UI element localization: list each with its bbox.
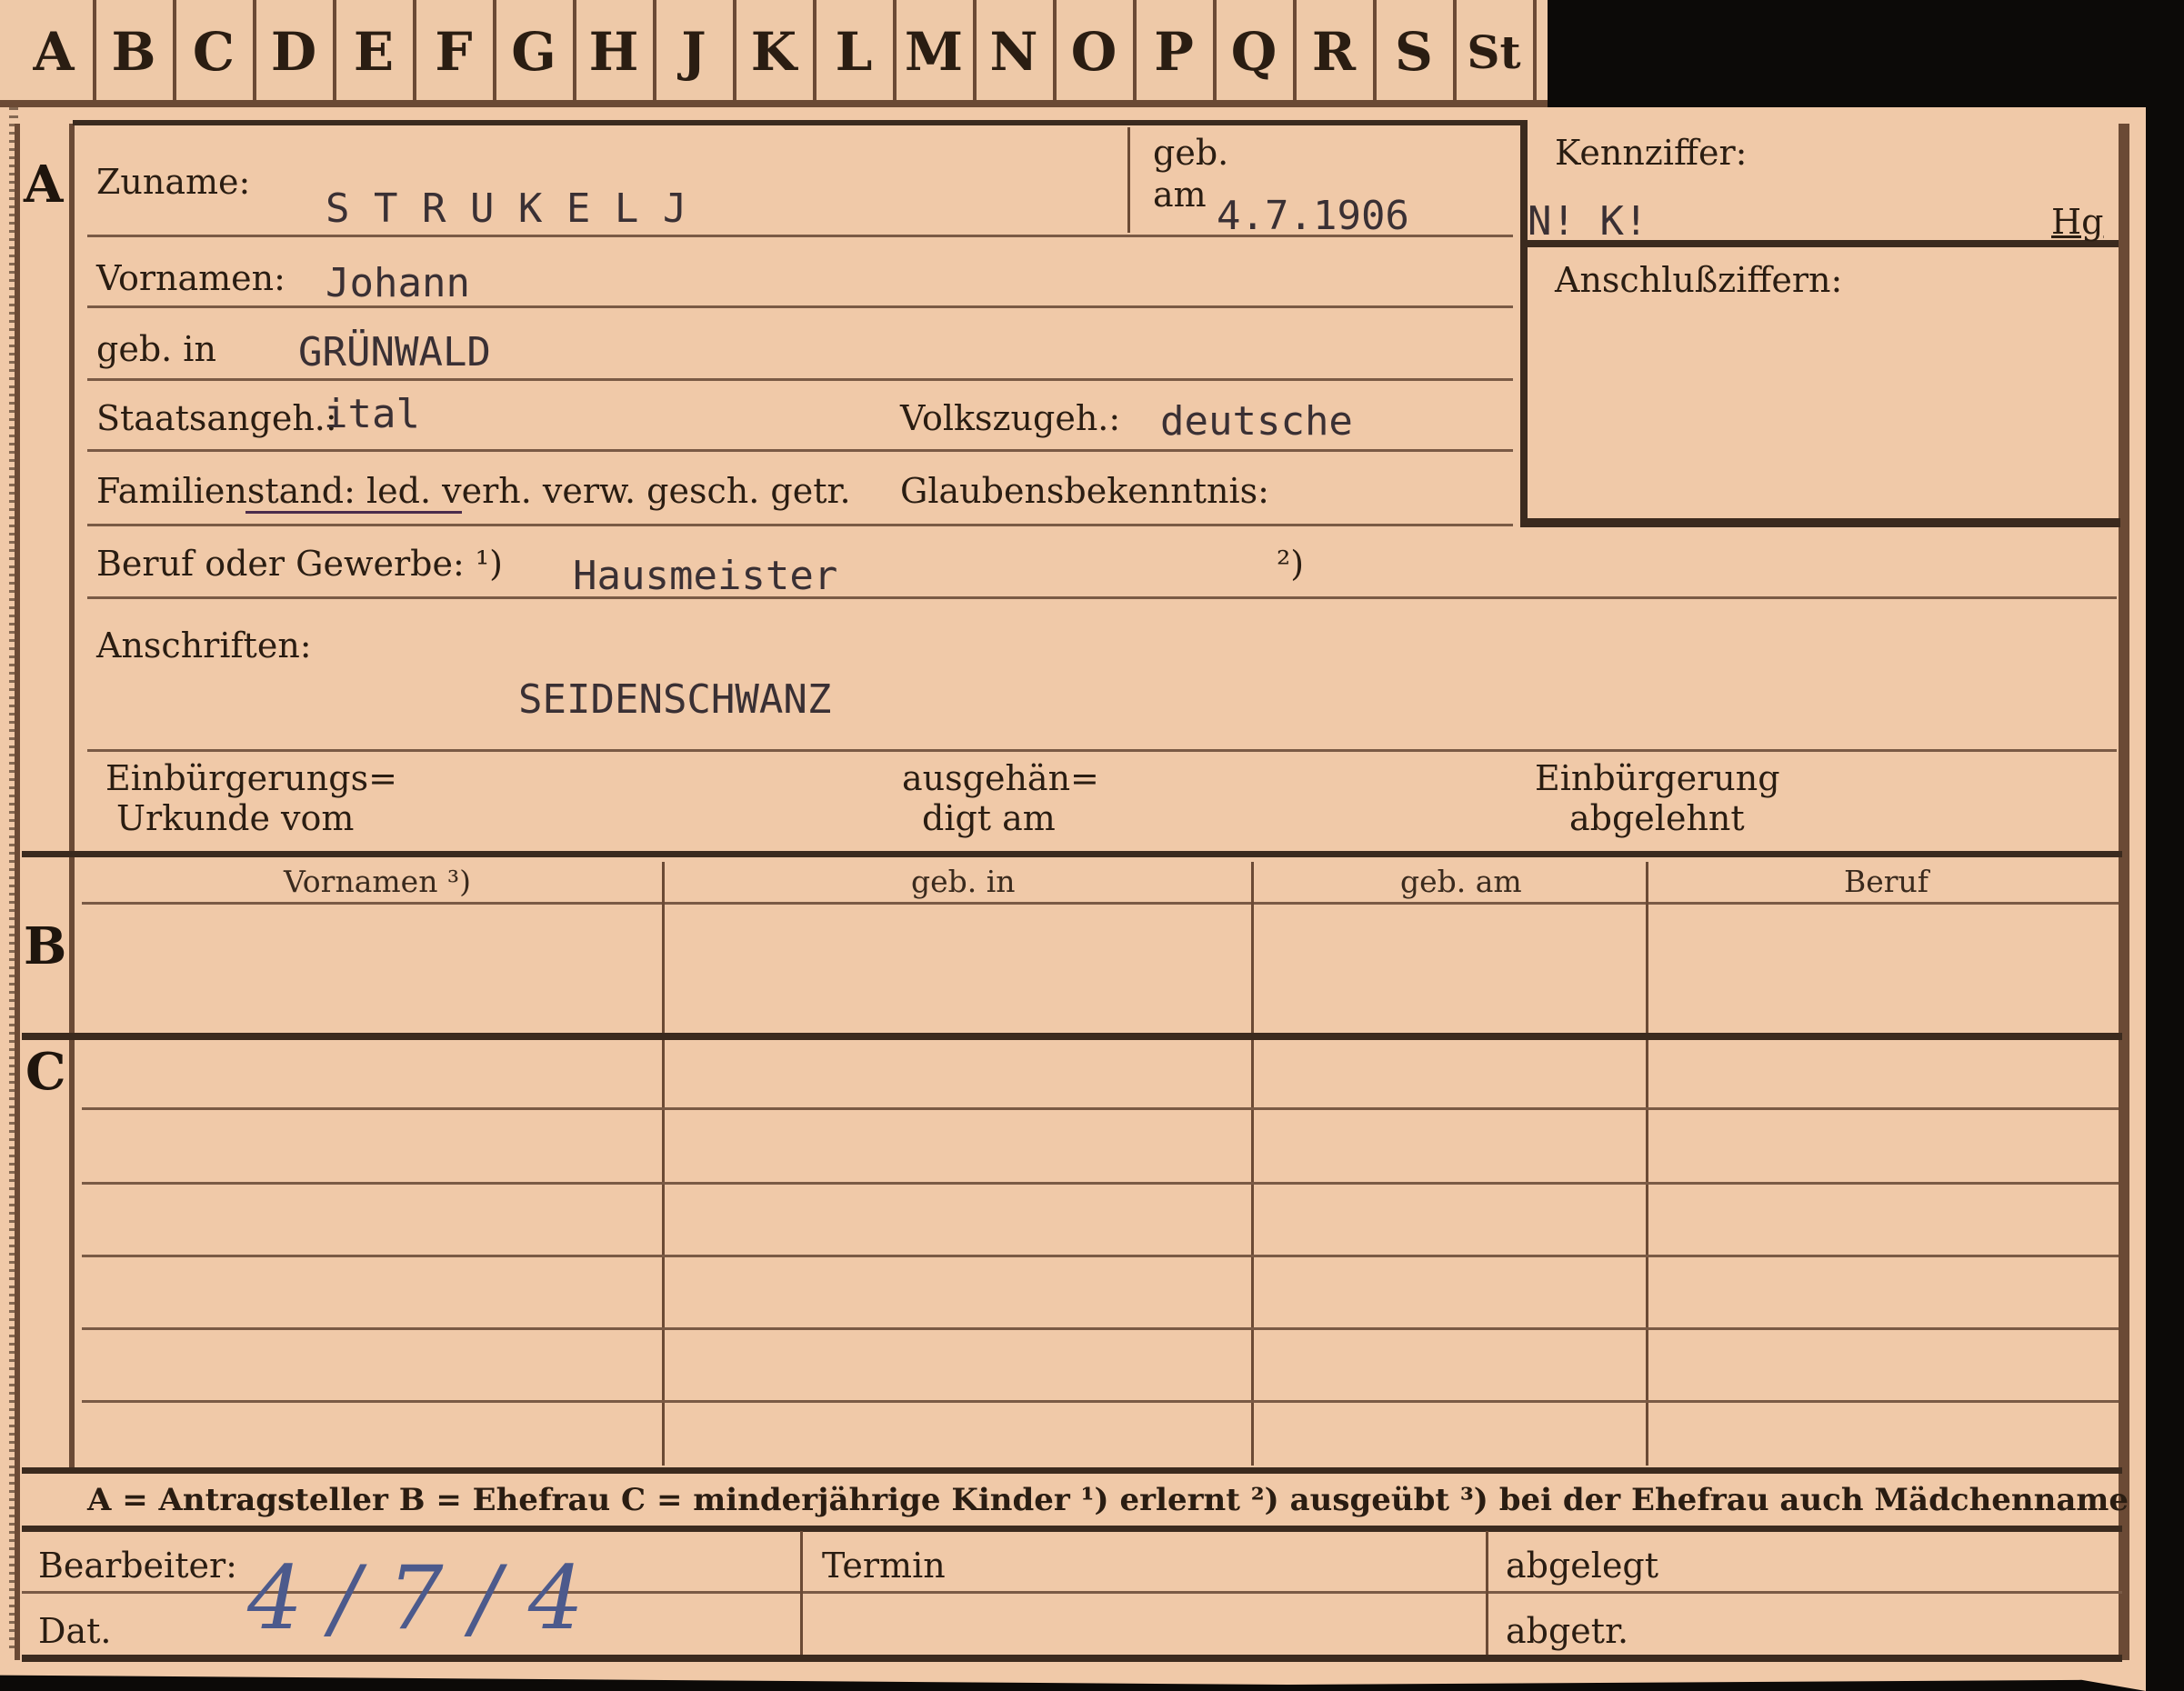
table-row-rule	[82, 1182, 2119, 1185]
abgelehnt-label-1: Einbürgerung	[1535, 758, 1780, 798]
card-bottom-rule	[22, 1655, 2122, 1662]
row-rule	[87, 596, 2117, 599]
tab-letter-e[interactable]: E	[335, 0, 416, 104]
table-row-rule	[82, 1400, 2119, 1403]
section-c-top-rule	[22, 1033, 2122, 1040]
tab-letter-c[interactable]: C	[175, 0, 256, 104]
tab-strip-divider	[0, 100, 1548, 107]
tab-letter-h[interactable]: H	[575, 0, 656, 104]
left-margin-rule	[69, 124, 75, 1469]
tab-letter-k[interactable]: K	[735, 0, 816, 104]
tab-letter-o[interactable]: O	[1055, 0, 1137, 104]
kennziffer-value: N! K!	[1528, 198, 1648, 245]
tab-letter-n[interactable]: N	[975, 0, 1057, 104]
termin-label: Termin	[822, 1546, 946, 1586]
tab-letter-st[interactable]: St	[1455, 0, 1537, 104]
tab-letter-a[interactable]: A	[15, 0, 96, 104]
table-header-rule	[82, 902, 2119, 905]
kennziffer-box-left	[1520, 124, 1528, 527]
vornamen-label: Vornamen:	[96, 258, 286, 298]
anschriften-label: Anschriften:	[96, 625, 312, 665]
legend-bottom-rule	[22, 1526, 2122, 1532]
dat-label: Dat.	[38, 1611, 112, 1651]
kennziffer-mark: Hg	[2051, 202, 2104, 242]
col-divider-3	[1646, 862, 1648, 1466]
tab-letter-l[interactable]: L	[815, 0, 897, 104]
card-right-border	[2119, 124, 2129, 1660]
col-header-geb-in: geb. in	[911, 864, 1016, 899]
row-rule	[87, 524, 1513, 526]
tab-letter-j[interactable]: J	[655, 0, 736, 104]
tab-letter-g[interactable]: G	[495, 0, 576, 104]
section-letter-c: C	[25, 1042, 66, 1102]
col-divider-2	[1251, 862, 1254, 1466]
tab-letter-s[interactable]: S	[1375, 0, 1457, 104]
einbuergerung-urkunde-label-1: Einbürgerungs=	[105, 758, 397, 798]
legend-top-rule	[22, 1467, 2122, 1474]
anschluss-label: Anschlußziffern:	[1555, 260, 1843, 300]
ausgehaendigt-label-1: ausgehän=	[902, 758, 1099, 798]
handwritten-date: 4 / 7 / 4	[247, 1547, 584, 1649]
section-b-top-rule	[22, 851, 2122, 857]
tab-letter-b[interactable]: B	[95, 0, 176, 104]
familienstand-underline	[245, 511, 462, 514]
footer-divider-2	[1486, 1531, 1488, 1655]
section-a-top-rule	[73, 120, 1528, 125]
col-header-geb-am: geb. am	[1400, 864, 1522, 899]
beruf-note-2: ²)	[1277, 544, 1305, 584]
row-rule	[87, 449, 1513, 452]
kennziffer-label: Kennziffer:	[1555, 133, 1748, 173]
staatsangeh-value: ital	[324, 391, 420, 437]
section-letter-b: B	[24, 916, 67, 976]
col-header-beruf: Beruf	[1844, 864, 1929, 899]
geb-am-value: 4.7.1906	[1217, 193, 1409, 239]
row-rule	[87, 305, 1513, 308]
zuname-value: S T R U K E L J	[326, 185, 687, 232]
tab-letter-q[interactable]: Q	[1215, 0, 1297, 104]
geb-in-value: GRÜNWALD	[298, 329, 491, 375]
beruf-value: Hausmeister	[573, 553, 838, 599]
zuname-label: Zuname:	[96, 162, 251, 202]
col-divider-1	[662, 862, 665, 1466]
glaubens-label: Glaubensbekenntnis:	[900, 471, 1269, 511]
vornamen-value: Johann	[326, 260, 470, 306]
legend-text: A = Antragsteller B = Ehefrau C = minder…	[87, 1482, 2129, 1518]
einbuergerung-urkunde-label-2: Urkunde vom	[116, 798, 355, 838]
staatsangeh-label: Staatsangeh.:	[96, 398, 337, 438]
bearbeiter-label: Bearbeiter:	[38, 1546, 237, 1586]
table-row-rule	[82, 1107, 2119, 1110]
footer-divider-1	[800, 1531, 803, 1655]
familienstand-label: Familienstand: led. verh. verw. gesch. g…	[96, 471, 851, 511]
geb-divider	[1127, 127, 1130, 233]
table-row-rule	[82, 1327, 2119, 1330]
tab-letter-p[interactable]: P	[1135, 0, 1217, 104]
table-row-rule	[82, 1255, 2119, 1257]
abgelehnt-label-2: abgelehnt	[1569, 798, 1745, 838]
row-rule	[87, 378, 1513, 381]
ausgehaendigt-label-2: digt am	[922, 798, 1056, 838]
abgelegt-label: abgelegt	[1506, 1546, 1659, 1586]
tab-letter-d[interactable]: D	[255, 0, 336, 104]
beruf-label: Beruf oder Gewerbe: ¹)	[96, 544, 503, 584]
tab-letter-f[interactable]: F	[415, 0, 496, 104]
am-label: am	[1153, 175, 1207, 215]
tab-letter-r[interactable]: R	[1295, 0, 1377, 104]
card-left-border	[15, 124, 20, 1660]
col-header-vornamen: Vornamen ³)	[284, 864, 472, 899]
alphabet-tab-strip: A B C D E F G H J K L M N O P Q R S St	[0, 0, 1548, 111]
tab-letter-m[interactable]: M	[895, 0, 977, 104]
row-rule	[87, 749, 2117, 752]
volkszugeh-value: deutsche	[1160, 398, 1353, 445]
section-letter-a: A	[24, 155, 64, 215]
anschriften-value: SEIDENSCHWANZ	[518, 676, 832, 723]
kennziffer-box-bottom	[1520, 518, 2120, 527]
geb-label: geb.	[1153, 133, 1229, 173]
geb-in-label: geb. in	[96, 329, 216, 369]
volkszugeh-label: Volkszugeh.:	[900, 398, 1121, 438]
abgetr-label: abgetr.	[1506, 1611, 1629, 1651]
row-rule	[87, 235, 1513, 237]
